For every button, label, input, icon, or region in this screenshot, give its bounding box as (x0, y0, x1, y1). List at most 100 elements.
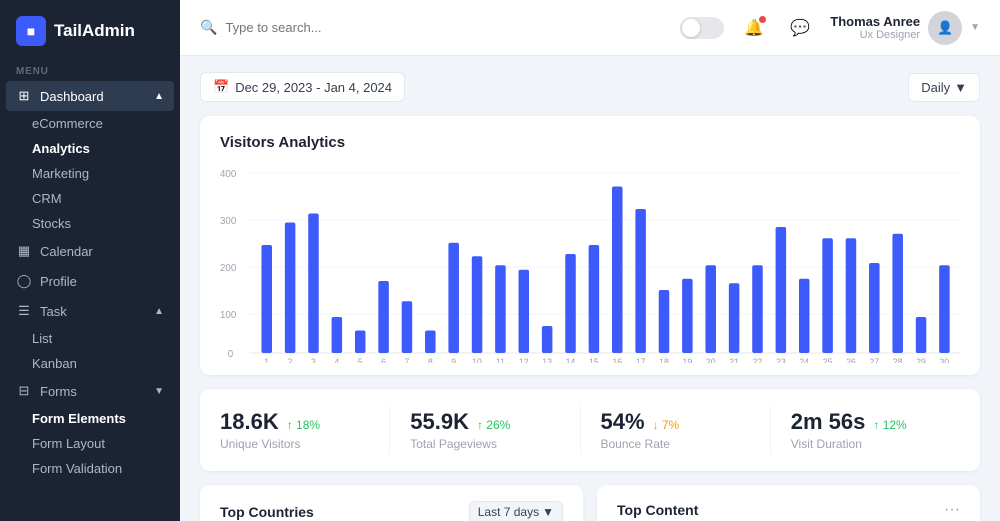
svg-text:14: 14 (566, 357, 576, 363)
top-content-card: Top Content ··· URL Views Uniques (597, 485, 980, 521)
svg-text:19: 19 (682, 357, 692, 363)
forms-icon: ⊟ (16, 383, 32, 399)
profile-icon: ◯ (16, 273, 32, 289)
sidebar-item-form-layout[interactable]: Form Layout (0, 431, 180, 456)
topbar-right: 🔔 💬 Thomas Anree Ux Designer 👤 ▼ (680, 11, 980, 45)
chevron-down-icon-countries: ▼ (542, 505, 554, 519)
svg-text:17: 17 (636, 357, 646, 363)
sidebar-item-form-validation[interactable]: Form Validation (0, 456, 180, 481)
logo: ■ TailAdmin (0, 0, 180, 58)
svg-text:1: 1 (264, 357, 269, 363)
sidebar-item-list[interactable]: List (0, 326, 180, 351)
svg-text:2: 2 (288, 357, 293, 363)
notification-button[interactable]: 🔔 (738, 12, 770, 44)
top-content-title: Top Content (617, 502, 698, 518)
user-name: Thomas Anree (830, 14, 920, 29)
sidebar-item-analytics[interactable]: Analytics (0, 136, 180, 161)
sidebar-item-ecommerce[interactable]: eCommerce (0, 111, 180, 136)
main-area: 🔍 🔔 💬 Thomas Anree Ux Designer 👤 ▼ (180, 0, 1000, 521)
topbar: 🔍 🔔 💬 Thomas Anree Ux Designer 👤 ▼ (180, 0, 1000, 56)
top-content-header: Top Content ··· (617, 501, 960, 519)
stat-value-duration: 2m 56s ↑ 12% (791, 409, 940, 435)
svg-text:18: 18 (659, 357, 669, 363)
stat-visit-duration: 2m 56s ↑ 12% Visit Duration (771, 405, 960, 455)
stat-value-bounce: 54% ↓ 7% (601, 409, 750, 435)
search-wrap: 🔍 (200, 19, 668, 36)
top-content-more-button[interactable]: ··· (944, 501, 960, 519)
svg-text:100: 100 (220, 310, 237, 321)
svg-text:27: 27 (869, 357, 879, 363)
top-countries-card: Top Countries Last 7 days ▼ (200, 485, 583, 521)
stat-value-pageviews: 55.9K ↑ 26% (410, 409, 559, 435)
svg-text:400: 400 (220, 169, 237, 180)
svg-text:29: 29 (916, 357, 926, 363)
svg-text:0: 0 (228, 349, 234, 360)
search-input[interactable] (225, 20, 668, 35)
user-text: Thomas Anree Ux Designer (830, 14, 920, 41)
sidebar-item-crm[interactable]: CRM (0, 186, 180, 211)
svg-text:25: 25 (823, 357, 833, 363)
svg-text:13: 13 (542, 357, 552, 363)
svg-text:10: 10 (472, 357, 482, 363)
theme-toggle[interactable] (680, 17, 724, 39)
stat-bounce-rate: 54% ↓ 7% Bounce Rate (581, 405, 771, 455)
sidebar-item-stocks[interactable]: Stocks (0, 211, 180, 236)
user-role: Ux Designer (830, 29, 920, 41)
svg-text:9: 9 (451, 357, 456, 363)
stat-badge-bounce: ↓ 7% (653, 418, 680, 432)
sidebar-item-dashboard[interactable]: ⊞ Dashboard ▲ (6, 81, 174, 111)
stat-value-unique: 18.6K ↑ 18% (220, 409, 369, 435)
svg-text:24: 24 (799, 357, 809, 363)
logo-icon: ■ (16, 16, 46, 46)
svg-text:15: 15 (589, 357, 599, 363)
chart-area: 400 300 200 100 0 1234567891011121314151… (220, 163, 960, 363)
svg-text:23: 23 (776, 357, 786, 363)
svg-text:8: 8 (428, 357, 433, 363)
dashboard-icon: ⊞ (16, 88, 32, 104)
daily-filter-button[interactable]: Daily ▼ (908, 73, 980, 102)
svg-text:20: 20 (706, 357, 716, 363)
sidebar-item-profile[interactable]: ◯ Profile (0, 266, 180, 296)
sidebar-item-calendar[interactable]: ▦ Calendar (0, 236, 180, 266)
sidebar: ■ TailAdmin MENU ⊞ Dashboard ▲ eCommerce… (0, 0, 180, 521)
top-countries-filter[interactable]: Last 7 days ▼ (469, 501, 563, 521)
message-button[interactable]: 💬 (784, 12, 816, 44)
stat-label-bounce: Bounce Rate (601, 437, 750, 451)
sidebar-item-forms[interactable]: ⊟ Forms ▼ (0, 376, 180, 406)
visitors-analytics-card: Visitors Analytics 400 300 200 100 0 123… (200, 116, 980, 375)
menu-label: MENU (0, 58, 180, 81)
search-icon: 🔍 (200, 19, 217, 36)
date-range-picker[interactable]: 📅 Dec 29, 2023 - Jan 4, 2024 (200, 72, 405, 102)
svg-text:200: 200 (220, 263, 237, 274)
sidebar-item-form-elements[interactable]: Form Elements (0, 406, 180, 431)
bottom-row: Top Countries Last 7 days ▼ (200, 485, 980, 521)
date-range-text: Dec 29, 2023 - Jan 4, 2024 (235, 80, 392, 95)
chevron-down-icon-forms: ▼ (154, 386, 164, 397)
stat-badge-unique: ↑ 18% (287, 418, 320, 432)
stat-badge-duration: ↑ 12% (873, 418, 906, 432)
calendar-icon: ▦ (16, 243, 32, 259)
chevron-up-icon: ▲ (154, 91, 164, 102)
svg-text:3: 3 (311, 357, 316, 363)
sidebar-item-kanban[interactable]: Kanban (0, 351, 180, 376)
user-chevron-icon: ▼ (970, 22, 980, 33)
sidebar-item-marketing[interactable]: Marketing (0, 161, 180, 186)
svg-text:12: 12 (519, 357, 529, 363)
svg-text:21: 21 (729, 357, 739, 363)
stat-badge-pageviews: ↑ 26% (477, 418, 510, 432)
stat-pageviews: 55.9K ↑ 26% Total Pageviews (390, 405, 580, 455)
user-info[interactable]: Thomas Anree Ux Designer 👤 ▼ (830, 11, 980, 45)
stats-row: 18.6K ↑ 18% Unique Visitors 55.9K ↑ 26% … (200, 389, 980, 471)
sidebar-item-task[interactable]: ☰ Task ▲ (0, 296, 180, 326)
svg-text:16: 16 (612, 357, 622, 363)
calendar-icon-small: 📅 (213, 79, 229, 95)
svg-text:7: 7 (405, 357, 410, 363)
top-countries-title: Top Countries (220, 504, 314, 520)
stat-unique-visitors: 18.6K ↑ 18% Unique Visitors (220, 405, 390, 455)
svg-text:26: 26 (846, 357, 856, 363)
svg-text:22: 22 (753, 357, 763, 363)
top-countries-header: Top Countries Last 7 days ▼ (220, 501, 563, 521)
chevron-down-icon: ▼ (954, 80, 967, 95)
stat-label-duration: Visit Duration (791, 437, 940, 451)
svg-text:11: 11 (496, 357, 505, 363)
